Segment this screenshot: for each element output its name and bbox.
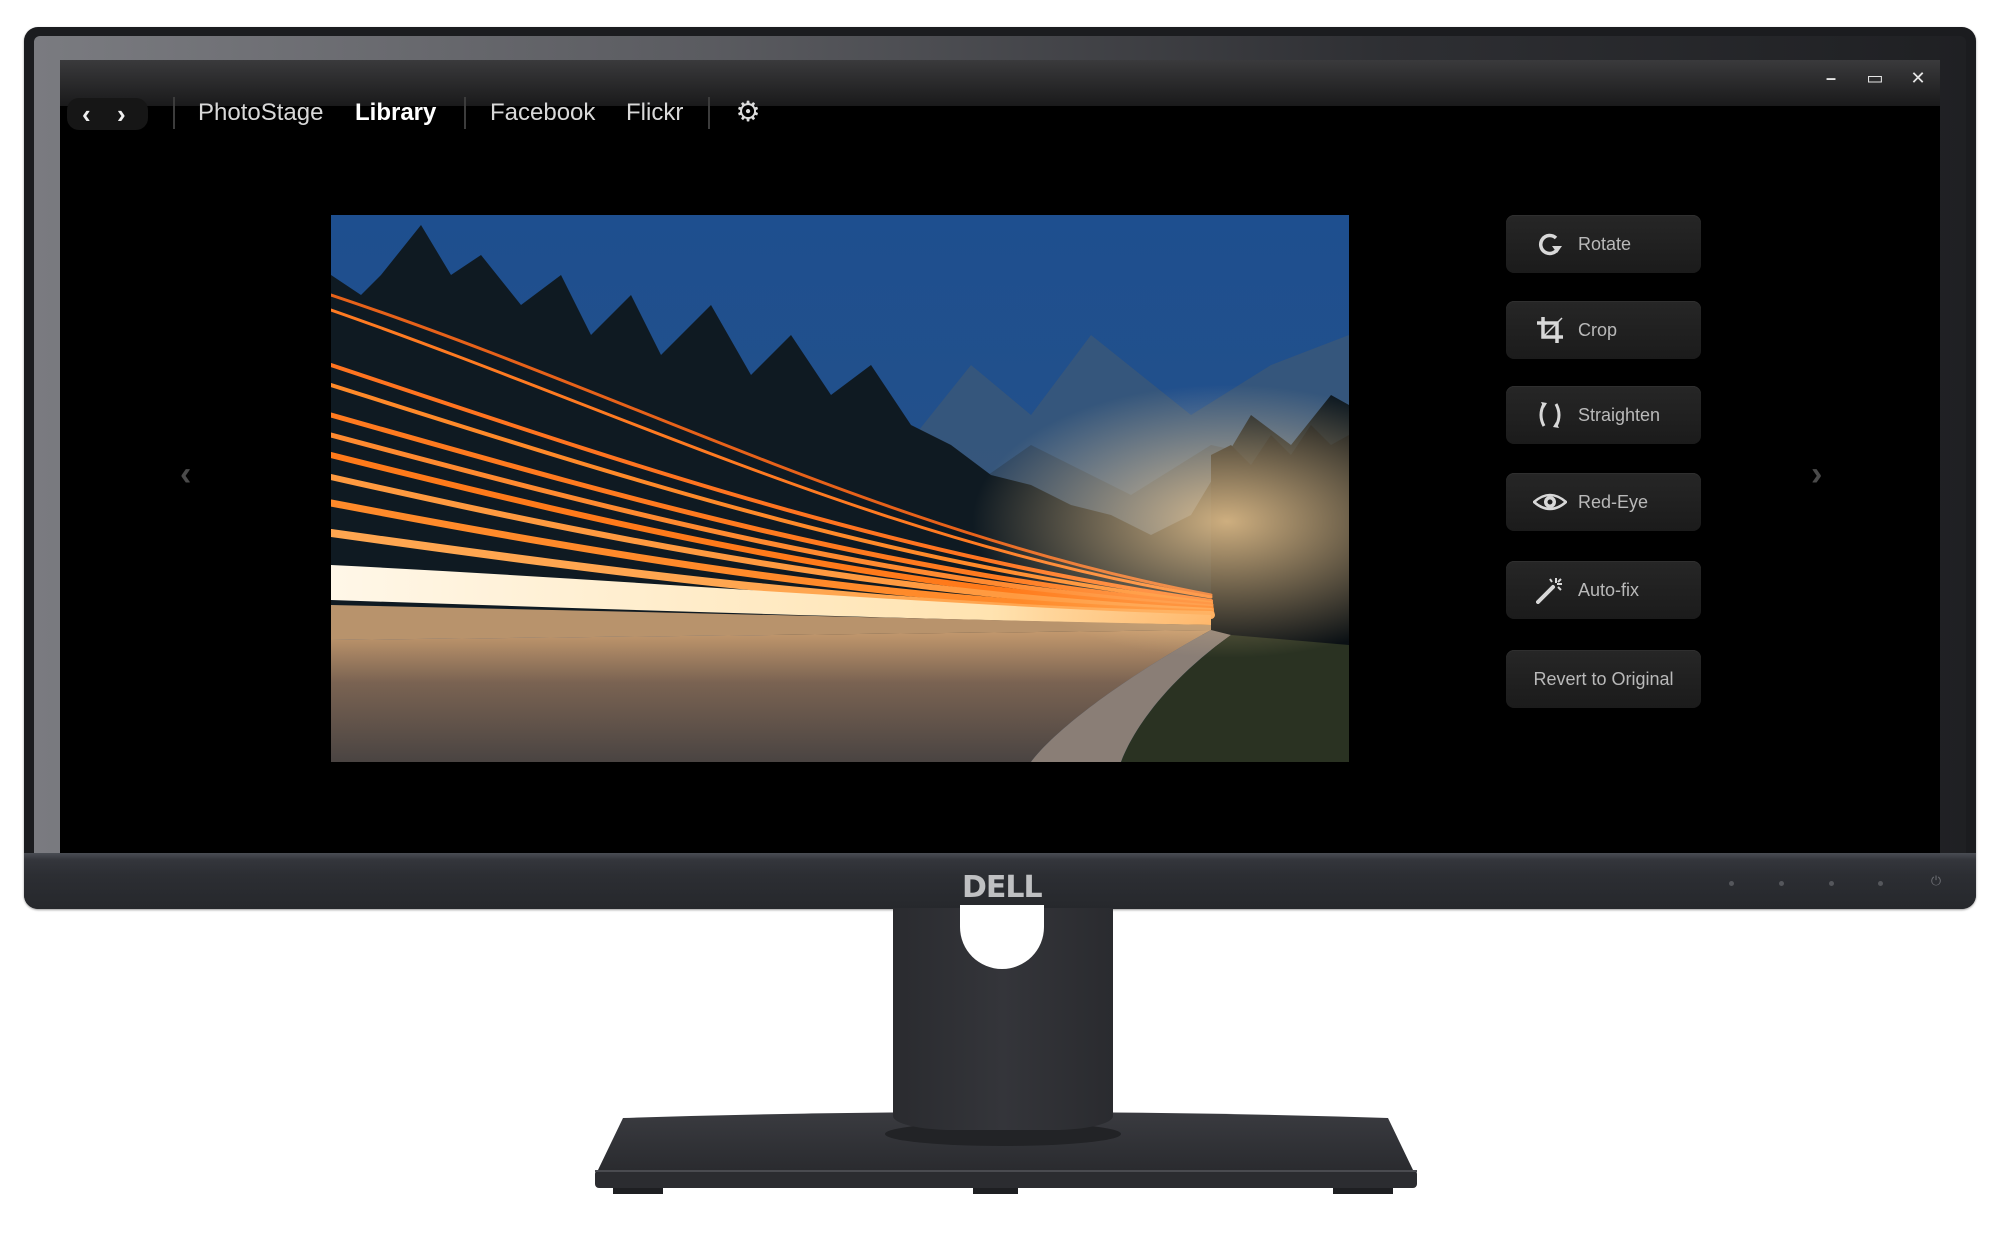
auto-fix-button[interactable]: Auto-fix <box>1506 561 1701 619</box>
next-photo-chevron-icon[interactable]: › <box>1811 457 1822 491</box>
crop-button[interactable]: Crop <box>1506 301 1701 359</box>
maximize-button[interactable]: ▭ <box>1863 68 1887 89</box>
forward-button[interactable]: › <box>117 99 126 129</box>
screen: – ▭ ✕ ‹ › PhotoStage Library Facebook Fl… <box>60 60 1940 853</box>
photo-preview[interactable] <box>331 215 1349 762</box>
power-icon[interactable]: ⏻ <box>1929 874 1943 888</box>
rotate-button[interactable]: Rotate <box>1506 215 1701 273</box>
magic-wand-icon <box>1536 578 1562 604</box>
crop-icon <box>1537 317 1563 343</box>
bezel-button-1[interactable] <box>1729 881 1734 886</box>
rotate-label: Rotate <box>1578 234 1632 254</box>
crop-label: Crop <box>1578 320 1618 340</box>
red-eye-button[interactable]: Red-Eye <box>1506 473 1701 531</box>
revert-label: Revert to Original <box>1533 669 1674 689</box>
title-bar: – ▭ ✕ <box>60 60 1940 106</box>
settings-gear-icon[interactable]: ⚙ <box>734 98 762 126</box>
tab-flickr[interactable]: Flickr <box>626 96 683 130</box>
bezel-button-2[interactable] <box>1779 881 1784 886</box>
nav-divider <box>708 97 710 129</box>
close-button[interactable]: ✕ <box>1906 68 1930 89</box>
auto-fix-label: Auto-fix <box>1578 580 1640 600</box>
minimize-button[interactable]: – <box>1819 68 1843 89</box>
straighten-icon <box>1539 402 1561 428</box>
rotate-icon <box>1539 233 1562 256</box>
nav-divider <box>464 97 466 129</box>
tab-photostage[interactable]: PhotoStage <box>198 96 323 130</box>
red-eye-label: Red-Eye <box>1578 492 1649 512</box>
brand-logo: DELL <box>962 870 1043 905</box>
tab-library[interactable]: Library <box>355 96 436 130</box>
eye-icon <box>1533 493 1567 511</box>
stand-neck-foot <box>893 1080 1113 1130</box>
nav-divider <box>173 97 175 129</box>
straighten-label: Straighten <box>1578 405 1661 425</box>
revert-to-original-button[interactable]: Revert to Original <box>1506 650 1701 708</box>
bezel-button-4[interactable] <box>1878 881 1883 886</box>
tab-facebook[interactable]: Facebook <box>490 96 595 130</box>
bezel-button-3[interactable] <box>1829 881 1834 886</box>
previous-photo-chevron-icon[interactable]: ‹ <box>180 457 191 491</box>
straighten-button[interactable]: Straighten <box>1506 386 1701 444</box>
back-button[interactable]: ‹ <box>82 99 91 129</box>
history-nav: ‹ › <box>67 98 148 130</box>
